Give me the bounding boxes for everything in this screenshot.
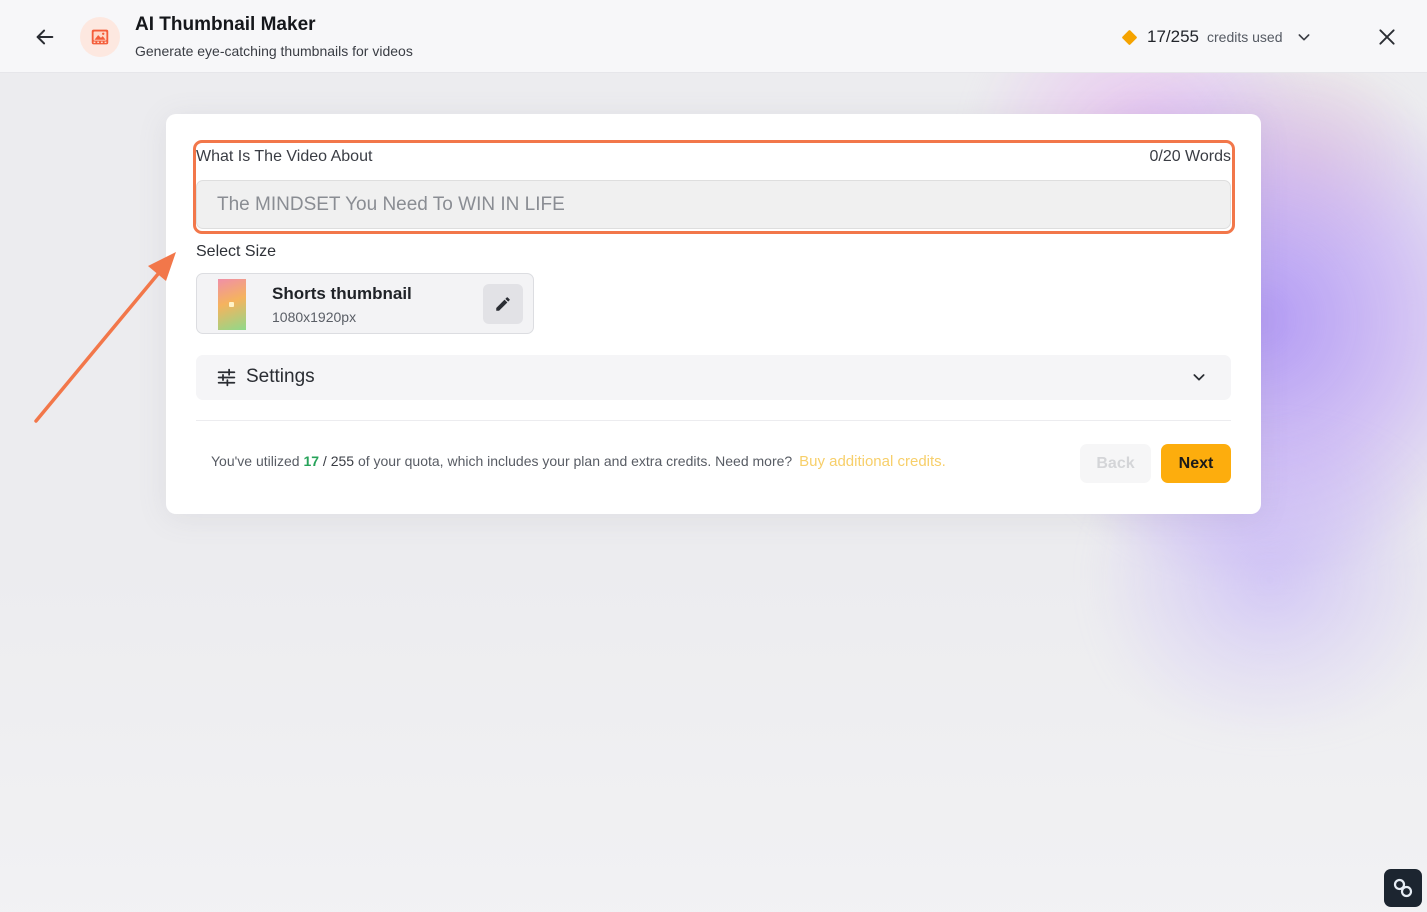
background-fade xyxy=(0,560,1427,912)
link-icon xyxy=(1393,878,1413,898)
credits-count: 17/255 xyxy=(1147,27,1199,46)
close-button[interactable] xyxy=(1374,24,1400,50)
size-option-card[interactable]: Shorts thumbnail 1080x1920px xyxy=(196,273,534,334)
top-bar: AI Thumbnail Maker Generate eye-catching… xyxy=(0,0,1427,73)
chevron-down-icon xyxy=(1193,374,1205,381)
thumbnail-form-card: What Is The Video About 0/20 Words Selec… xyxy=(166,114,1261,514)
quota-separator: / xyxy=(322,453,327,469)
size-name: Shorts thumbnail xyxy=(272,284,412,303)
extension-widget-button[interactable] xyxy=(1384,869,1422,907)
back-button[interactable] xyxy=(30,22,60,52)
chevron-down-icon xyxy=(1299,34,1310,41)
select-size-label: Select Size xyxy=(196,243,277,260)
settings-accordion[interactable]: Settings xyxy=(196,355,1231,400)
next-button[interactable]: Next xyxy=(1161,444,1231,483)
credits-dropdown[interactable]: 17/255 credits used xyxy=(1121,24,1312,50)
credits-label: credits used xyxy=(1207,29,1283,45)
size-preview-thumbnail xyxy=(218,279,246,330)
pencil-icon xyxy=(496,297,510,311)
sliders-icon xyxy=(217,368,236,387)
app-subtitle: Generate eye-catching thumbnails for vid… xyxy=(135,43,413,59)
app-icon xyxy=(80,17,120,57)
settings-label: Settings xyxy=(246,366,315,387)
diamond-icon xyxy=(1121,29,1138,45)
quota-used: 17 xyxy=(303,453,320,469)
image-icon xyxy=(91,29,109,45)
buy-credits-link[interactable]: Buy additional credits. xyxy=(799,453,946,470)
divider xyxy=(196,420,1231,421)
back-step-button[interactable]: Back xyxy=(1080,444,1151,483)
close-icon xyxy=(1379,29,1395,45)
arrow-left-icon xyxy=(36,29,54,45)
quota-suffix: of your quota, which includes your plan … xyxy=(357,453,793,469)
video-about-input[interactable] xyxy=(196,180,1231,229)
size-dimensions: 1080x1920px xyxy=(272,309,357,325)
word-counter: 0/20 Words xyxy=(1149,148,1231,165)
video-about-label: What Is The Video About xyxy=(196,148,373,165)
quota-total: 255 xyxy=(330,453,355,469)
edit-size-button[interactable] xyxy=(483,284,523,324)
quota-prefix: You've utilized xyxy=(211,453,300,469)
quota-message: You've utilized 17 / 255 of your quota, … xyxy=(211,453,946,470)
app-title: AI Thumbnail Maker xyxy=(135,14,316,35)
